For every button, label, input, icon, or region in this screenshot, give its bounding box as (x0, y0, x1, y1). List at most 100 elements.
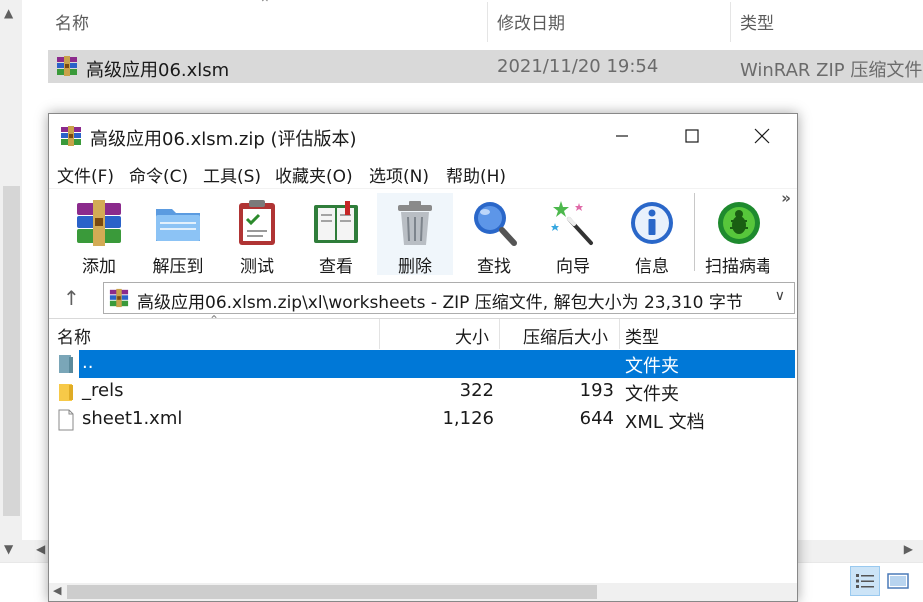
maximize-button[interactable] (657, 114, 727, 158)
sort-ascending-icon: ⌃ (209, 313, 220, 327)
test-label: 测试 (240, 257, 274, 277)
add-button[interactable]: 添加 (61, 193, 137, 277)
column-divider[interactable] (487, 2, 488, 42)
toolbar: 添加 解压到 测试 查看 删除 查找 向导 信息 扫描病毒 » (49, 188, 797, 278)
scroll-up-icon[interactable]: ▲ (4, 6, 13, 20)
winrar-app-icon (61, 126, 81, 146)
test-clipboard-icon (239, 200, 275, 245)
find-button[interactable]: 查找 (456, 193, 532, 277)
details-view-icon (856, 574, 874, 588)
extract-to-label: 解压到 (152, 257, 204, 277)
list-header-name[interactable]: 名称 (57, 323, 91, 353)
column-header-name[interactable]: 名称 (55, 9, 89, 34)
delete-button[interactable]: 删除 (377, 193, 453, 277)
menu-help[interactable]: 帮助(H) (446, 162, 506, 187)
list-header-packed[interactable]: 压缩后大小 (523, 323, 608, 353)
list-row-parent[interactable]: .. 文件夹 (49, 350, 797, 378)
file-type: WinRAR ZIP 压缩文件 (740, 60, 923, 81)
parent-folder-icon (59, 355, 73, 373)
folder-icon (59, 384, 73, 401)
column-divider[interactable] (379, 319, 380, 349)
file-name: 高级应用06.xlsm (86, 60, 230, 81)
sort-ascending-icon: ⌃ (259, 0, 271, 12)
winrar-archive-icon (109, 288, 129, 308)
row-packed: 193 (579, 380, 614, 401)
list-horizontal-scrollbar[interactable]: ◀ (49, 583, 797, 601)
wizard-wand-icon (551, 201, 593, 245)
test-button[interactable]: 测试 (219, 193, 295, 277)
path-text: 高级应用06.xlsm.zip\xl\worksheets - ZIP 压缩文件… (137, 293, 743, 313)
view-label: 查看 (319, 257, 353, 277)
scroll-down-icon[interactable]: ▼ (4, 542, 13, 556)
wizard-button[interactable]: 向导 (535, 193, 611, 277)
toolbar-overflow-icon[interactable]: » (781, 189, 791, 207)
scroll-left-icon[interactable]: ◀ (36, 542, 45, 556)
row-size: 1,126 (442, 408, 494, 429)
maximize-icon (685, 129, 699, 143)
selection-highlight (79, 350, 795, 378)
extract-folder-icon (156, 209, 200, 241)
virus-scan-button[interactable]: 扫描病毒 (701, 193, 777, 277)
address-bar: ↑ 高级应用06.xlsm.zip\xl\worksheets - ZIP 压缩… (49, 280, 797, 316)
add-archive-icon (77, 200, 121, 246)
minimize-button[interactable] (587, 114, 657, 158)
winrar-archive-icon (57, 56, 77, 76)
column-header-type[interactable]: 类型 (740, 9, 774, 34)
menu-commands[interactable]: 命令(C) (129, 162, 188, 187)
view-button[interactable]: 查看 (298, 193, 374, 277)
row-type: 文件夹 (625, 384, 679, 405)
path-dropdown[interactable]: 高级应用06.xlsm.zip\xl\worksheets - ZIP 压缩文件… (103, 282, 795, 314)
large-icons-view-icon (887, 573, 909, 589)
details-view-button[interactable] (850, 566, 880, 596)
menu-favorites[interactable]: 收藏夹(O) (275, 162, 353, 187)
column-header-modified[interactable]: 修改日期 (497, 9, 565, 34)
large-icons-view-button[interactable] (883, 566, 913, 596)
menu-bar: 文件(F) 命令(C) 工具(S) 收藏夹(O) 选项(N) 帮助(H) (49, 158, 797, 188)
extract-to-button[interactable]: 解压到 (140, 193, 216, 277)
close-button[interactable] (727, 114, 797, 158)
trash-can-icon (398, 201, 432, 245)
wizard-label: 向导 (556, 257, 590, 277)
row-size: 322 (459, 380, 494, 401)
chevron-down-icon[interactable]: ∨ (775, 288, 785, 304)
title-bar[interactable]: 高级应用06.xlsm.zip (评估版本) (49, 114, 797, 158)
row-name: .. (82, 352, 94, 373)
virus-scan-icon (718, 202, 760, 244)
toolbar-separator (694, 193, 695, 271)
list-header-type[interactable]: 类型 (625, 323, 659, 353)
file-modified: 2021/11/20 19:54 (497, 56, 659, 77)
file-row[interactable]: 高级应用06.xlsm 2021/11/20 19:54 WinRAR ZIP … (48, 50, 923, 83)
explorer-vertical-scrollbar[interactable]: ▲ ▼ (0, 0, 22, 570)
scroll-thumb[interactable] (3, 186, 20, 516)
delete-label: 删除 (398, 257, 432, 277)
row-packed: 644 (579, 408, 614, 429)
scroll-right-icon[interactable]: ▶ (904, 542, 913, 556)
list-header-size[interactable]: 大小 (455, 323, 489, 353)
info-label: 信息 (635, 257, 669, 277)
close-icon (754, 128, 770, 144)
virus-scan-label: 扫描病毒 (705, 257, 769, 277)
menu-file[interactable]: 文件(F) (57, 162, 114, 187)
menu-options[interactable]: 选项(N) (369, 162, 429, 187)
view-book-icon (314, 201, 358, 243)
scroll-left-icon[interactable]: ◀ (53, 584, 61, 597)
window-title: 高级应用06.xlsm.zip (评估版本) (90, 129, 357, 150)
menu-tools[interactable]: 工具(S) (203, 162, 261, 187)
column-divider[interactable] (499, 319, 500, 349)
magnifier-icon (474, 202, 517, 246)
list-row-sheet1[interactable]: sheet1.xml 1,126 644 XML 文档 (49, 406, 797, 434)
minimize-icon (616, 135, 628, 137)
row-name: sheet1.xml (82, 408, 183, 429)
file-list: ⌃ 名称 大小 压缩后大小 类型 .. 文件夹 _rels 322 193 文件… (49, 313, 797, 583)
up-arrow-icon[interactable]: ↑ (63, 286, 80, 310)
find-label: 查找 (477, 257, 511, 277)
scroll-thumb[interactable] (67, 585, 597, 599)
list-row-rels[interactable]: _rels 322 193 文件夹 (49, 378, 797, 406)
document-icon (58, 409, 74, 431)
info-icon (631, 202, 673, 244)
info-button[interactable]: 信息 (614, 193, 690, 277)
row-name: _rels (82, 380, 124, 401)
column-divider[interactable] (730, 2, 731, 42)
column-divider[interactable] (619, 319, 620, 349)
winrar-window: 高级应用06.xlsm.zip (评估版本) 文件(F) 命令(C) 工具(S)… (48, 113, 798, 602)
